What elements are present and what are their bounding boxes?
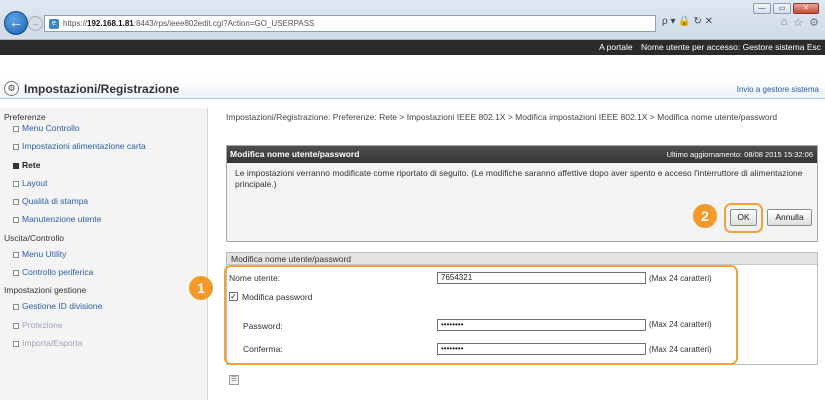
sidebar-item-paper-settings[interactable]: Impostazioni alimentazione carta (0, 137, 207, 155)
page-info-icon[interactable]: ☰ (229, 375, 239, 385)
settings-wrench-icon: ⚙ (4, 81, 19, 96)
portal-link[interactable]: A portale (599, 42, 633, 52)
last-updated: Ultimo aggiornamento: 08/08 2015 15:32:0… (666, 150, 813, 159)
sidebar-item-utility-menu[interactable]: Menu Utility (0, 245, 207, 263)
site-icon: e (49, 18, 59, 29)
confirm-panel-header: Modifica nome utente/password Ultimo agg… (227, 146, 817, 163)
home-icon[interactable]: ⌂ (781, 16, 788, 29)
sidebar-item-department-id[interactable]: Gestione ID divisione (0, 297, 207, 315)
page-title: Impostazioni/Registrazione (24, 82, 180, 96)
address-url: https://192.168.1.81:8443/rps/ieee802edi… (63, 19, 315, 28)
sidebar-item-import-export[interactable]: Importa/Esporta (0, 334, 207, 352)
favorites-star-icon[interactable]: ☆ (793, 16, 803, 29)
sidebar-item-network[interactable]: Rete (0, 156, 207, 174)
browser-toolbar: — ▭ ✕ ← → e https://192.168.1.81:8443/rp… (0, 0, 825, 40)
sidebar: Preferenze Menu Controllo Impostazioni a… (0, 108, 208, 400)
send-to-admin-link[interactable]: Invio a gestore sistema (737, 85, 819, 94)
sidebar-item-device-control[interactable]: Controllo periferica (0, 263, 207, 281)
close-window-button[interactable]: ✕ (793, 3, 819, 14)
sidebar-item-layout[interactable]: Layout (0, 174, 207, 192)
header-right: A portale Nome utente per accesso: Gesto… (599, 40, 821, 55)
breadcrumb: Impostazioni/Registrazione: Preferenze: … (226, 112, 778, 122)
back-arrow-icon[interactable]: ← (4, 11, 28, 35)
callout-frame-ok (724, 203, 763, 233)
sidebar-item-menu-controllo[interactable]: Menu Controllo (0, 119, 207, 137)
form-panel-title: Modifica nome utente/password (227, 253, 817, 265)
sidebar-heading-output: Uscita/Controllo (4, 232, 64, 243)
forward-arrow-icon[interactable]: → (28, 16, 43, 31)
sidebar-heading-management: Impostazioni gestione (4, 285, 87, 296)
sidebar-item-print-quality[interactable]: Qualità di stampa (0, 192, 207, 210)
sidebar-item-security[interactable]: Protezione (0, 316, 207, 334)
gear-icon[interactable]: ⚙ (809, 16, 819, 29)
window-controls: — ▭ ✕ (753, 3, 819, 14)
browser-icons: ⌂ ☆ ⚙ (781, 16, 819, 29)
callout-number-1: 1 (189, 276, 213, 300)
cancel-button[interactable]: Annulla (767, 209, 812, 226)
callout-frame-form (224, 265, 738, 365)
maximize-button[interactable]: ▭ (773, 3, 791, 14)
user-info: Nome utente per accesso: Gestore sistema… (641, 42, 821, 52)
callout-number-2: 2 (693, 204, 717, 228)
header-bar: A portale Nome utente per accesso: Gesto… (0, 40, 825, 55)
address-tools[interactable]: ρ ▾ 🔒 ↻ ✕ (662, 16, 713, 27)
sidebar-item-user-maintenance[interactable]: Manutenzione utente (0, 210, 207, 228)
minimize-button[interactable]: — (753, 3, 771, 14)
confirm-panel-title: Modifica nome utente/password (230, 149, 360, 159)
address-bar[interactable]: e https://192.168.1.81:8443/rps/ieee802e… (44, 15, 656, 32)
sidebar-heading-preferences: Preferenze (4, 112, 46, 122)
